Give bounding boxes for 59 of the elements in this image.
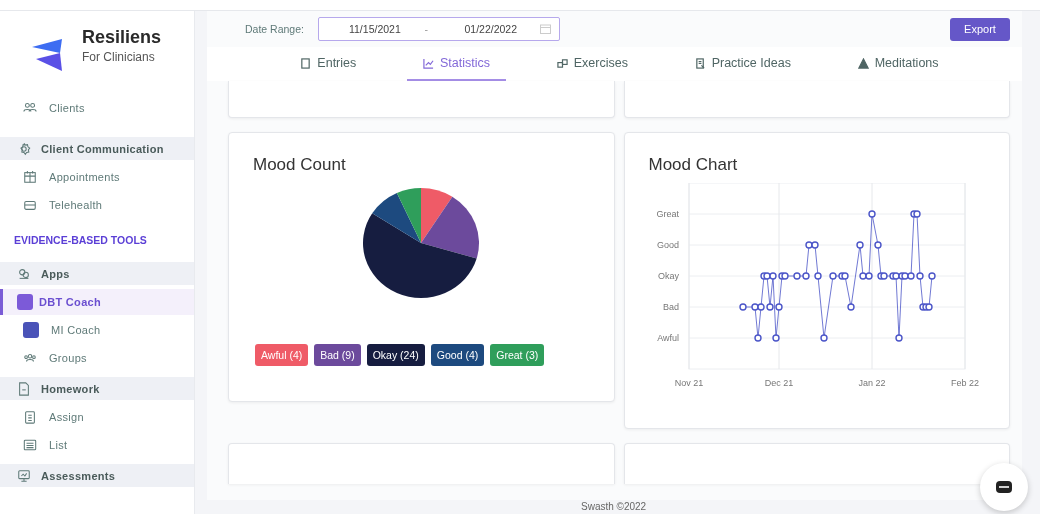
nav-icon — [23, 198, 37, 212]
nav-icon — [23, 170, 37, 184]
nav-item[interactable]: Clients — [0, 95, 194, 121]
nav-item[interactable]: Client Communication — [0, 137, 194, 160]
card-title: Mood Count — [252, 154, 347, 175]
legend-chip[interactable]: Great (3) — [490, 344, 545, 366]
axis-label: Bad — [662, 302, 679, 312]
export-button[interactable]: Export — [950, 17, 1010, 41]
nav-item[interactable]: List — [0, 432, 194, 458]
calendar-icon — [539, 24, 551, 34]
tab-icon — [556, 57, 568, 69]
nav-item[interactable]: Telehealth — [0, 192, 194, 218]
app-icon — [17, 294, 33, 310]
axis-label: Nov 21 — [674, 378, 703, 388]
app-icon — [23, 322, 39, 338]
nav-item[interactable]: Homework — [0, 377, 194, 400]
date-range-field[interactable]: 11/15/2021 - 01/22/2022 — [317, 17, 560, 41]
axis-label: Jan 22 — [858, 378, 885, 388]
nav-item[interactable]: MI Coach — [0, 317, 194, 343]
axis-label: Dec 21 — [764, 378, 793, 388]
nav-icon — [17, 468, 31, 483]
nav-icon — [17, 266, 31, 281]
section-heading: EVIDENCE-BASED TOOLS — [13, 233, 148, 248]
nav-icon — [23, 410, 37, 424]
card-title: Mood Chart — [647, 154, 739, 175]
tab-icon — [694, 57, 706, 69]
nav-icon — [23, 351, 37, 365]
brand-name: Resiliens — [82, 27, 162, 48]
field-label: Date Range: — [245, 23, 304, 35]
footer-text: Swasth ©2022 — [580, 500, 648, 514]
legend-chip[interactable]: Bad (9) — [314, 344, 361, 366]
tab-icon — [857, 57, 869, 69]
tab[interactable]: Exercises — [540, 47, 644, 81]
tab-icon — [300, 57, 312, 69]
tab[interactable]: Entries — [284, 47, 373, 81]
chat-icon — [995, 480, 1013, 494]
chat-button[interactable] — [980, 463, 1028, 511]
nav-item[interactable]: Assign — [0, 404, 194, 430]
legend-chip[interactable]: Awful (4) — [255, 344, 309, 366]
axis-label: Great — [656, 209, 679, 219]
axis-label: Feb 22 — [950, 378, 979, 388]
nav-item[interactable]: Groups — [0, 345, 194, 371]
legend-chip[interactable]: Okay (24) — [366, 344, 425, 366]
nav-item[interactable]: Apps — [0, 262, 194, 285]
nav-icon — [17, 381, 31, 396]
legend-chip[interactable]: Good (4) — [430, 344, 485, 366]
tab[interactable]: Practice Ideas — [678, 47, 807, 81]
nav-item[interactable]: DBT Coach — [0, 289, 194, 315]
axis-label: Good — [656, 240, 679, 250]
nav-item[interactable]: Appointments — [0, 164, 194, 190]
axis-label: Awful — [656, 333, 679, 343]
nav-icon — [17, 141, 31, 156]
tab[interactable]: Meditations — [841, 47, 955, 81]
nav-icon — [23, 438, 37, 452]
brand-subtitle: For Clinicians — [82, 50, 156, 64]
nav-item[interactable]: Assessments — [0, 464, 194, 487]
axis-label: Okay — [657, 271, 679, 281]
tab-icon — [423, 57, 434, 69]
nav-icon — [23, 101, 37, 115]
